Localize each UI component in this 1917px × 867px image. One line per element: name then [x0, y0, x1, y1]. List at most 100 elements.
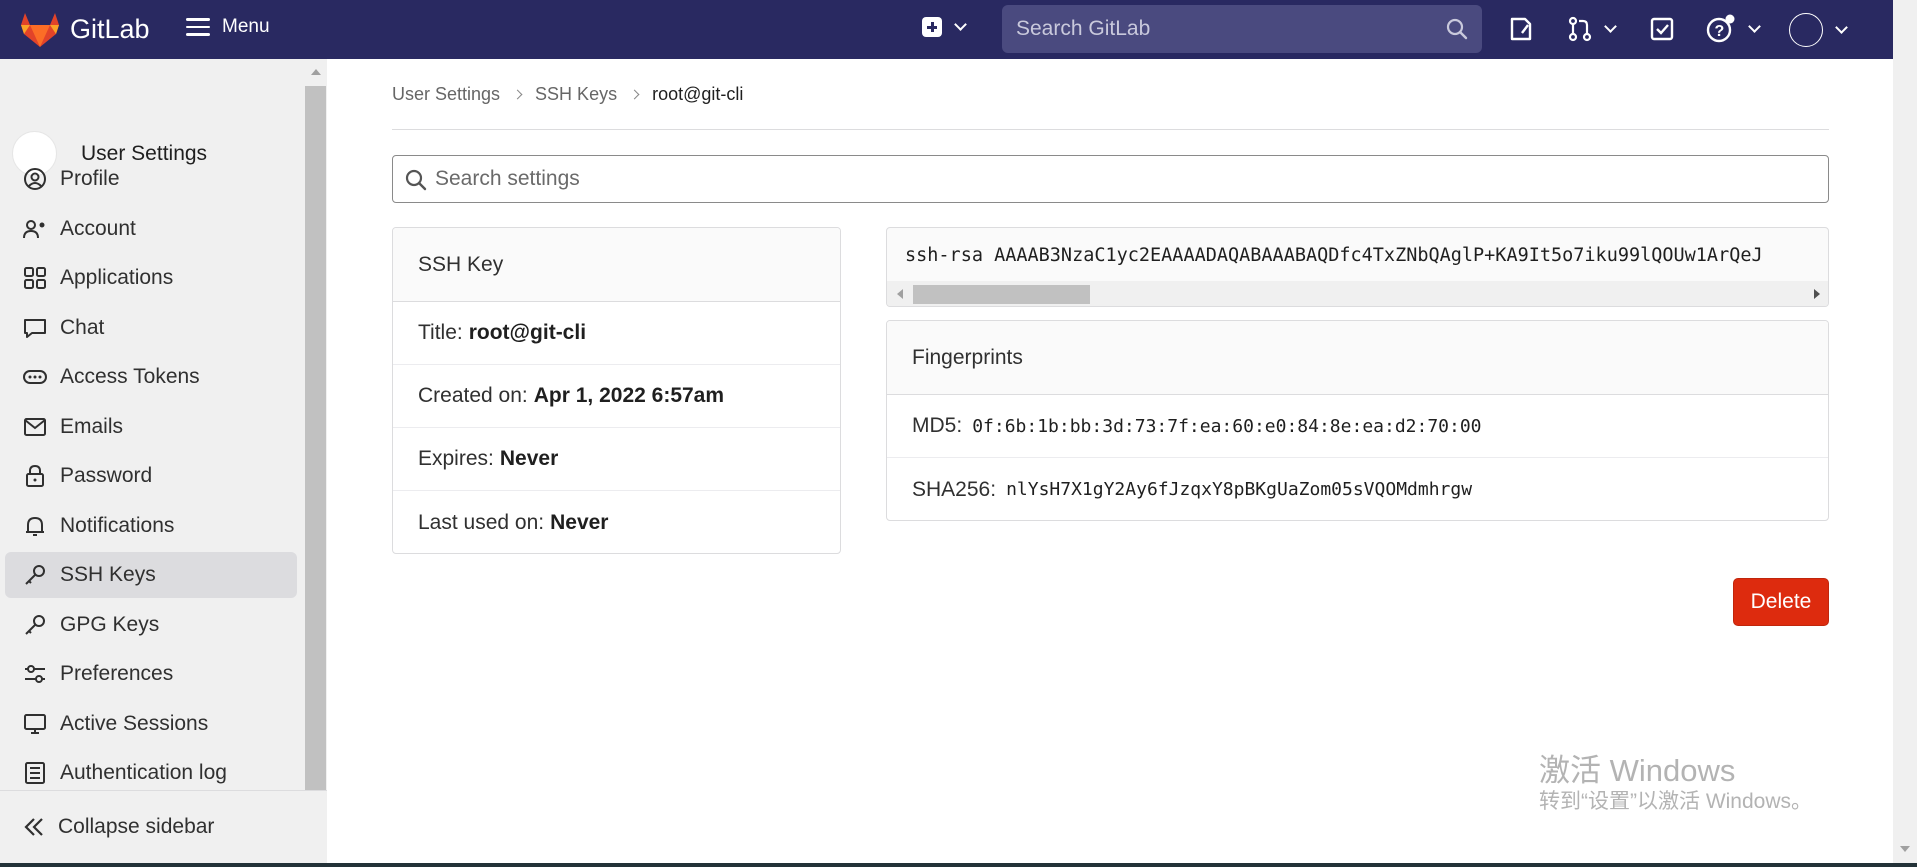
sidebar-item-label: Profile: [60, 167, 120, 190]
scroll-down-arrow-icon[interactable]: [1900, 846, 1910, 852]
scroll-right-arrow-icon[interactable]: [1814, 289, 1820, 299]
created-label: Created on:: [418, 384, 528, 407]
key-scrollbar-thumb[interactable]: [913, 285, 1090, 304]
sidebar-item-label: GPG Keys: [60, 613, 160, 636]
ssh-key-created-row: Created on: Apr 1, 2022 6:57am: [393, 365, 840, 428]
sidebar-item-gpg-keys[interactable]: GPG Keys: [5, 602, 297, 648]
hamburger-icon: [186, 18, 210, 36]
title-label: Title:: [418, 321, 463, 344]
delete-button[interactable]: Delete: [1733, 578, 1829, 626]
breadcrumb: User Settings SSH Keys root@git-cli: [392, 84, 743, 105]
sidebar-item-profile[interactable]: Profile: [5, 156, 297, 202]
scroll-up-arrow-icon[interactable]: [311, 69, 321, 75]
help-icon: ?: [1706, 14, 1735, 43]
chevron-right-icon: [512, 89, 523, 100]
key-icon: [25, 565, 45, 585]
page-scrollbar[interactable]: [1893, 0, 1917, 863]
taskbar-strip: [0, 863, 1917, 867]
sidebar-item-preferences[interactable]: Preferences: [5, 651, 297, 697]
sidebar-item-active-sessions[interactable]: Active Sessions: [5, 701, 297, 747]
sidebar-item-notifications[interactable]: Notifications: [5, 503, 297, 549]
sha256-label: SHA256:: [912, 477, 997, 501]
plus-square-icon: [922, 17, 942, 37]
ssh-key-last-used-row: Last used on: Never: [393, 491, 840, 553]
sidebar-scrollbar-thumb[interactable]: [305, 86, 326, 790]
global-search-input[interactable]: [1002, 5, 1482, 53]
scroll-left-arrow-icon[interactable]: [897, 289, 903, 299]
breadcrumb-current[interactable]: root@git-cli: [652, 84, 743, 105]
menu-button[interactable]: Menu: [186, 16, 270, 38]
fingerprints-card: Fingerprints MD5: 0f:6b:1b:bb:3d:73:7f:e…: [886, 320, 1829, 521]
key-horizontal-scrollbar[interactable]: [887, 281, 1828, 306]
sidebar-item-label: Active Sessions: [60, 712, 209, 735]
settings-search-input[interactable]: [393, 156, 1828, 202]
sidebar-item-label: SSH Keys: [60, 563, 156, 586]
issues-icon[interactable]: [1508, 16, 1534, 42]
chevron-down-icon: [1604, 20, 1617, 33]
ssh-key-title-row: Title: root@git-cli: [393, 302, 840, 365]
settings-search: [392, 155, 1829, 203]
sidebar-item-label: Password: [60, 464, 153, 487]
chevron-down-icon: [1835, 21, 1848, 34]
user-avatar: [1789, 13, 1823, 47]
ssh-key-content-box[interactable]: ssh-rsa AAAAB3NzaC1yc2EAAAADAQABAAABAQDf…: [886, 227, 1829, 307]
activation-watermark-title: 激活 Windows: [1539, 753, 1736, 788]
md5-value: 0f:6b:1b:bb:3d:73:7f:ea:60:e0:84:8e:ea:d…: [972, 415, 1482, 437]
sidebar-item-ssh-keys[interactable]: SSH Keys: [5, 552, 297, 598]
search-icon: [1446, 18, 1468, 40]
sha256-value: nlYsH7X1gY2Ay6fJzqxY8pBKgUaZom05sVQOMdmh…: [1006, 479, 1473, 500]
merge-request-icon: [1568, 16, 1592, 42]
sidebar-item-label: Access Tokens: [60, 365, 200, 388]
ssh-key-expires-row: Expires: Never: [393, 428, 840, 491]
lock-icon: [26, 464, 44, 487]
sidebar-item-account[interactable]: Account: [5, 206, 297, 252]
sidebar-item-chat[interactable]: Chat: [5, 305, 297, 351]
breadcrumb-user-settings[interactable]: User Settings: [392, 84, 500, 105]
bell-icon: [26, 517, 44, 536]
brand-name[interactable]: GitLab: [70, 14, 150, 45]
merge-requests-button[interactable]: [1568, 16, 1617, 42]
gitlab-logo-icon[interactable]: [20, 12, 60, 48]
expires-label: Expires:: [418, 447, 494, 470]
sidebar-item-label: Chat: [60, 316, 105, 339]
monitor-icon: [24, 714, 46, 734]
breadcrumb-ssh-keys[interactable]: SSH Keys: [535, 84, 617, 105]
divider: [392, 129, 1829, 130]
global-search: [1002, 5, 1482, 53]
sidebar-item-label: Authentication log: [60, 761, 227, 784]
key-icon: [25, 615, 45, 635]
sidebar-item-label: Notifications: [60, 514, 175, 537]
log-icon: [25, 762, 45, 784]
chevron-right-icon: [629, 89, 640, 100]
sidebar-item-label: Preferences: [60, 662, 174, 685]
search-icon: [405, 169, 427, 191]
top-navbar: GitLab Menu ?: [0, 0, 1893, 59]
help-button[interactable]: ?: [1706, 14, 1761, 44]
expires-value: Never: [499, 447, 559, 470]
last-used-label: Last used on:: [418, 510, 545, 534]
sidebar-item-access-tokens[interactable]: Access Tokens: [5, 354, 297, 400]
title-value: root@git-cli: [468, 321, 587, 344]
collapse-sidebar-button[interactable]: Collapse sidebar: [0, 790, 327, 863]
ssh-key-card: SSH Key Title: root@git-cli Created on: …: [392, 227, 841, 554]
preferences-icon: [25, 665, 45, 683]
sidebar-item-applications[interactable]: Applications: [5, 255, 297, 301]
created-value: Apr 1, 2022 6:57am: [533, 384, 725, 407]
todo-icon[interactable]: [1649, 16, 1675, 42]
md5-row: MD5: 0f:6b:1b:bb:3d:73:7f:ea:60:e0:84:8e…: [887, 395, 1828, 458]
chevron-down-icon: [954, 18, 967, 31]
chat-icon: [24, 319, 46, 338]
sidebar: User Settings Profile Account Applicatio…: [0, 59, 327, 863]
profile-icon: [24, 168, 46, 190]
sidebar-item-password[interactable]: Password: [5, 453, 297, 499]
sidebar-item-emails[interactable]: Emails: [5, 404, 297, 450]
double-chevron-left-icon: [24, 818, 43, 836]
token-icon: [23, 370, 47, 384]
ssh-key-text[interactable]: ssh-rsa AAAAB3NzaC1yc2EAAAADAQABAAABAQDf…: [905, 245, 1763, 266]
sidebar-item-label: Account: [60, 217, 136, 240]
account-icon: [23, 220, 45, 239]
sidebar-item-label: Applications: [60, 266, 174, 289]
user-menu-button[interactable]: [1789, 13, 1848, 47]
ssh-key-card-heading: SSH Key: [393, 228, 840, 302]
new-dropdown-button[interactable]: [922, 17, 967, 37]
